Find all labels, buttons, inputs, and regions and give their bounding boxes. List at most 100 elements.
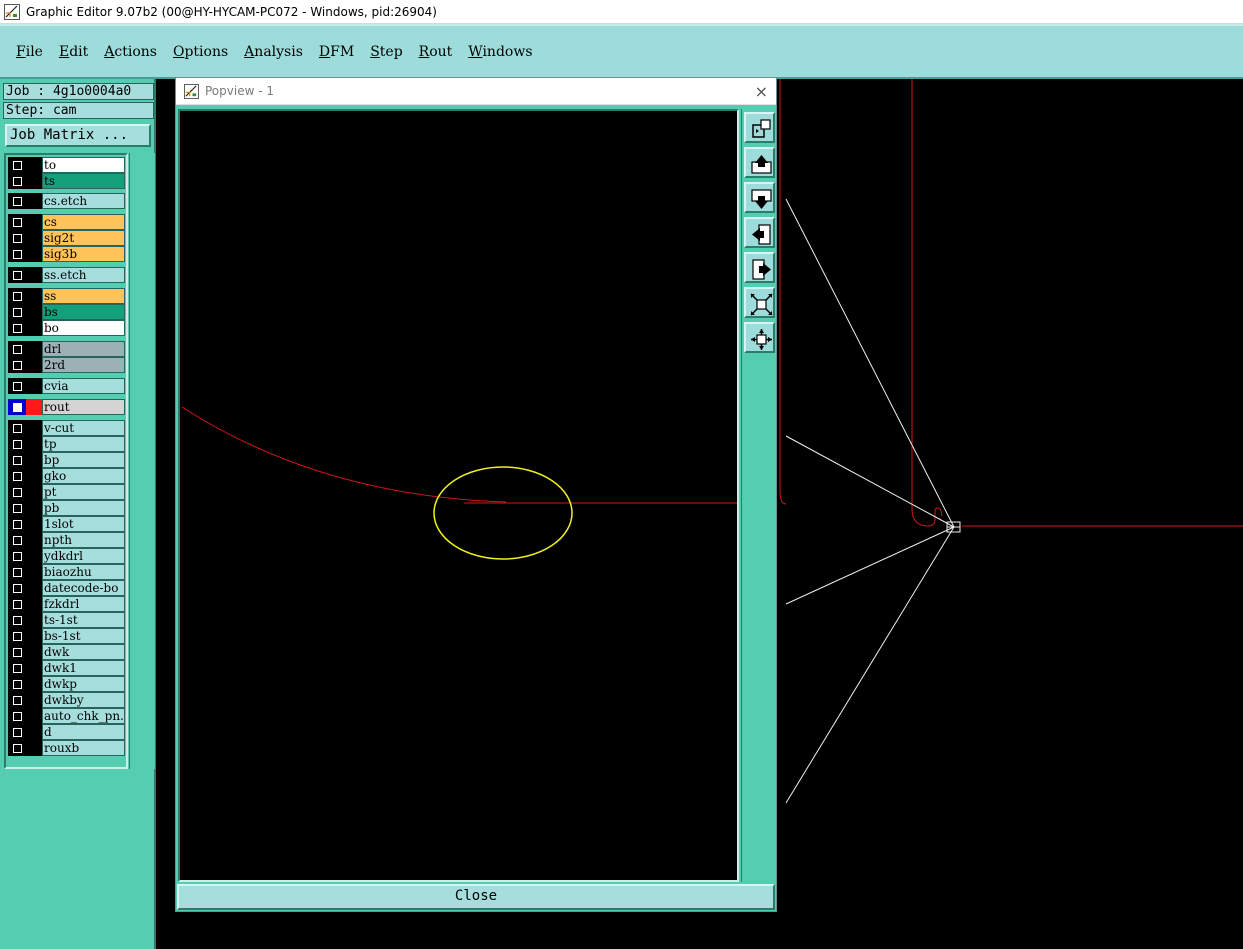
layer-color-swatch[interactable]: [26, 230, 42, 246]
layer-name[interactable]: ts: [42, 173, 125, 189]
layer-row-sig3b[interactable]: sig3b: [8, 246, 125, 262]
layer-list-scrollbar[interactable]: [129, 153, 155, 769]
layer-color-swatch[interactable]: [26, 420, 42, 436]
layer-checkbox[interactable]: [13, 712, 22, 721]
layer-checkbox[interactable]: [13, 584, 22, 593]
layer-name[interactable]: bs-1st: [42, 628, 125, 644]
layer-checkbox[interactable]: [13, 345, 22, 354]
layer-color-swatch[interactable]: [26, 740, 42, 756]
layer-checkbox[interactable]: [13, 728, 22, 737]
popview-close-icon[interactable]: ×: [755, 82, 768, 101]
layer-row-fzkdrl[interactable]: fzkdrl: [8, 596, 125, 612]
layer-color-swatch[interactable]: [26, 193, 42, 209]
menu-options[interactable]: Options: [165, 44, 236, 60]
layer-row-cs[interactable]: cs: [8, 214, 125, 230]
pan-right-button[interactable]: [744, 252, 775, 283]
layer-color-swatch[interactable]: [26, 628, 42, 644]
layer-color-swatch[interactable]: [26, 660, 42, 676]
layer-row-tp[interactable]: tp: [8, 436, 125, 452]
layer-color-swatch[interactable]: [26, 157, 42, 173]
layer-name[interactable]: cs.etch: [42, 193, 125, 209]
layer-row-gko[interactable]: gko: [8, 468, 125, 484]
job-matrix-button[interactable]: Job Matrix ...: [5, 124, 151, 147]
layer-name[interactable]: ss.etch: [42, 267, 125, 283]
pan-left-button[interactable]: [744, 217, 775, 248]
layer-row-drl[interactable]: drl: [8, 341, 125, 357]
layer-checkbox[interactable]: [13, 197, 22, 206]
layer-row-dwkby[interactable]: dwkby: [8, 692, 125, 708]
pan-up-button[interactable]: [744, 147, 775, 178]
layer-name[interactable]: rouxb: [42, 740, 125, 756]
layer-name[interactable]: npth: [42, 532, 125, 548]
layer-row-bs[interactable]: bs: [8, 304, 125, 320]
layer-color-swatch[interactable]: [26, 724, 42, 740]
layer-checkbox[interactable]: [13, 308, 22, 317]
layer-name[interactable]: dwkp: [42, 676, 125, 692]
layer-name[interactable]: fzkdrl: [42, 596, 125, 612]
menu-windows[interactable]: Windows: [460, 44, 540, 60]
layer-checkbox[interactable]: [13, 632, 22, 641]
layer-checkbox[interactable]: [13, 680, 22, 689]
layer-name[interactable]: 1slot: [42, 516, 125, 532]
zoom-window-button[interactable]: [744, 112, 775, 143]
layer-color-swatch[interactable]: [26, 357, 42, 373]
layer-row-to[interactable]: to: [8, 157, 125, 173]
zoom-in-button[interactable]: [744, 322, 775, 353]
layer-name[interactable]: bp: [42, 452, 125, 468]
layer-color-swatch[interactable]: [26, 378, 42, 394]
layer-color-swatch[interactable]: [26, 500, 42, 516]
menu-rout[interactable]: Rout: [411, 44, 461, 60]
menu-analysis[interactable]: Analysis: [236, 44, 311, 60]
layer-name[interactable]: dwk1: [42, 660, 125, 676]
layer-row-cs-etch[interactable]: cs.etch: [8, 193, 125, 209]
layer-name[interactable]: rout: [42, 399, 125, 415]
layer-row-cvia[interactable]: cvia: [8, 378, 125, 394]
layer-row-2rd[interactable]: 2rd: [8, 357, 125, 373]
layer-color-swatch[interactable]: [26, 304, 42, 320]
pan-down-button[interactable]: [744, 182, 775, 213]
layer-color-swatch[interactable]: [26, 644, 42, 660]
layer-color-swatch[interactable]: [26, 246, 42, 262]
layer-name[interactable]: 2rd: [42, 357, 125, 373]
layer-checkbox[interactable]: [13, 292, 22, 301]
layer-row-dwkp[interactable]: dwkp: [8, 676, 125, 692]
layer-row-1slot[interactable]: 1slot: [8, 516, 125, 532]
layer-color-swatch[interactable]: [26, 452, 42, 468]
layer-checkbox[interactable]: [13, 568, 22, 577]
layer-name[interactable]: tp: [42, 436, 125, 452]
layer-color-swatch[interactable]: [26, 320, 42, 336]
layer-row-npth[interactable]: npth: [8, 532, 125, 548]
layer-checkbox[interactable]: [13, 600, 22, 609]
layer-color-swatch[interactable]: [26, 484, 42, 500]
layer-color-swatch[interactable]: [26, 436, 42, 452]
layer-checkbox[interactable]: [13, 250, 22, 259]
layer-row-biaozhu[interactable]: biaozhu: [8, 564, 125, 580]
layer-row-bs-1st[interactable]: bs-1st: [8, 628, 125, 644]
layer-checkbox[interactable]: [13, 648, 22, 657]
layer-row-ts-1st[interactable]: ts-1st: [8, 612, 125, 628]
menu-step[interactable]: Step: [362, 44, 410, 60]
layer-color-swatch[interactable]: [26, 548, 42, 564]
layer-name[interactable]: ss: [42, 288, 125, 304]
layer-checkbox[interactable]: [13, 744, 22, 753]
layer-checkbox[interactable]: [13, 177, 22, 186]
layer-row-datecode-bo[interactable]: datecode-bo: [8, 580, 125, 596]
layer-checkbox[interactable]: [13, 664, 22, 673]
layer-color-swatch[interactable]: [26, 267, 42, 283]
layer-color-swatch[interactable]: [26, 708, 42, 724]
layer-color-swatch[interactable]: [26, 341, 42, 357]
layer-color-swatch[interactable]: [26, 564, 42, 580]
layer-color-swatch[interactable]: [26, 214, 42, 230]
layer-row-rout[interactable]: rout: [8, 399, 125, 415]
layer-name[interactable]: sig3b: [42, 246, 125, 262]
layer-checkbox[interactable]: [13, 488, 22, 497]
layer-row-bp[interactable]: bp: [8, 452, 125, 468]
menu-edit[interactable]: Edit: [51, 44, 96, 60]
layer-name[interactable]: drl: [42, 341, 125, 357]
layer-name[interactable]: to: [42, 157, 125, 173]
layer-checkbox[interactable]: [13, 520, 22, 529]
layer-name[interactable]: bo: [42, 320, 125, 336]
layer-checkbox[interactable]: [13, 456, 22, 465]
menu-actions[interactable]: Actions: [96, 44, 165, 60]
layer-name[interactable]: cs: [42, 214, 125, 230]
